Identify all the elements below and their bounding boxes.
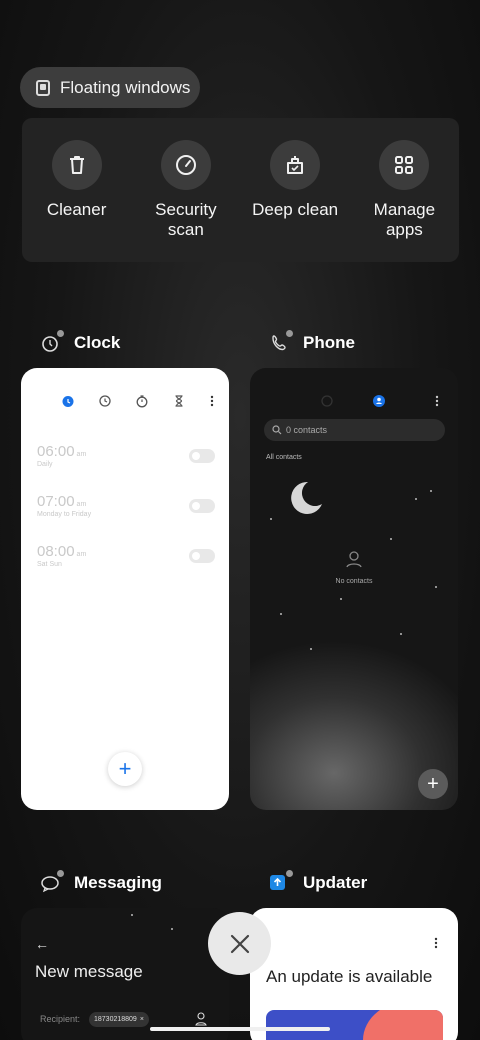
new-message-title: New message xyxy=(35,962,143,981)
alarm-repeat: Monday to Friday xyxy=(37,511,92,518)
updater-app-card[interactable]: An update is available xyxy=(250,908,458,1040)
clock-tabs xyxy=(61,394,215,413)
remove-recipient-icon[interactable]: × xyxy=(140,1016,144,1023)
alarm-toggle[interactable] xyxy=(189,499,215,513)
manage-apps-label: Manage apps xyxy=(373,200,436,239)
updater-app-header[interactable]: Updater xyxy=(269,870,368,894)
close-icon xyxy=(230,934,249,953)
timer-tab-icon[interactable] xyxy=(172,394,186,413)
floating-window-icon xyxy=(36,79,50,96)
update-available-text: An update is available xyxy=(266,967,433,986)
search-icon xyxy=(272,425,282,435)
deep-clean-icon xyxy=(270,140,321,190)
phone-app-title: Phone xyxy=(303,333,355,352)
trash-icon xyxy=(51,140,102,190)
phone-app-header[interactable]: Phone xyxy=(269,330,355,354)
clock-app-icon xyxy=(40,330,64,354)
clock-app-header[interactable]: Clock xyxy=(40,330,121,354)
more-options-icon[interactable] xyxy=(433,936,439,955)
recents-tab-icon[interactable] xyxy=(320,394,334,413)
update-banner xyxy=(266,1010,443,1040)
deep-clean-button[interactable]: Deep clean xyxy=(245,140,345,262)
alarm-row[interactable]: 06:00 am Daily xyxy=(37,443,215,483)
messaging-app-card[interactable]: ← New message Recipient: 18730218809 × xyxy=(21,908,229,1040)
manage-apps-button[interactable]: Manage apps xyxy=(354,140,454,262)
contact-picker-icon[interactable] xyxy=(195,1012,207,1026)
quick-tools-panel: Cleaner Security scan Deep clean Manage … xyxy=(22,118,459,262)
security-gauge-icon xyxy=(160,140,211,190)
recipient-label: Recipient: xyxy=(40,1014,81,1024)
alarm-repeat: Sat Sun xyxy=(37,561,62,568)
clock-app-title: Clock xyxy=(74,333,121,352)
add-alarm-button[interactable]: + xyxy=(108,752,142,786)
person-icon xyxy=(346,551,362,568)
alarm-tab-icon[interactable] xyxy=(61,394,75,413)
phone-app-card[interactable]: 0 contacts All contacts No contacts + xyxy=(250,368,458,810)
world-clock-tab-icon[interactable] xyxy=(98,394,112,413)
phone-app-icon xyxy=(269,330,293,354)
cleaner-label: Cleaner xyxy=(46,200,107,219)
updater-app-title: Updater xyxy=(303,873,368,892)
security-scan-label: Security scan xyxy=(155,200,217,239)
floating-windows-button[interactable]: Floating windows xyxy=(20,67,200,108)
home-indicator[interactable] xyxy=(150,1027,330,1031)
updater-app-icon xyxy=(269,870,293,894)
search-placeholder: 0 contacts xyxy=(286,425,328,435)
recipient-chip[interactable]: 18730218809 × xyxy=(89,1012,149,1027)
alarm-row[interactable]: 08:00 am Sat Sun xyxy=(37,543,215,583)
moon-icon xyxy=(291,481,322,514)
contacts-search-input[interactable]: 0 contacts xyxy=(264,419,445,441)
stopwatch-tab-icon[interactable] xyxy=(135,394,149,413)
messaging-app-title: Messaging xyxy=(74,873,162,892)
recipient-chip-number: 18730218809 xyxy=(94,1016,137,1023)
alarm-row[interactable]: 07:00 am Monday to Friday xyxy=(37,493,215,533)
cleaner-button[interactable]: Cleaner xyxy=(27,140,127,262)
messaging-app-icon xyxy=(40,870,64,894)
contacts-filter[interactable]: All contacts xyxy=(266,454,302,461)
clock-app-card[interactable]: 06:00 am Daily 07:00 am Monday to Friday 0… xyxy=(21,368,229,810)
alarm-toggle[interactable] xyxy=(189,549,215,563)
grid-apps-icon xyxy=(379,140,430,190)
back-arrow-icon[interactable]: ← xyxy=(35,936,49,952)
security-scan-button[interactable]: Security scan xyxy=(136,140,236,262)
more-options-icon[interactable] xyxy=(434,394,440,413)
alarm-toggle[interactable] xyxy=(189,449,215,463)
floating-windows-label: Floating windows xyxy=(60,77,191,97)
deep-clean-label: Deep clean xyxy=(252,200,339,219)
more-options-icon[interactable] xyxy=(209,394,215,413)
no-contacts-text: No contacts xyxy=(335,578,373,585)
alarm-repeat: Daily xyxy=(37,461,53,468)
add-contact-button[interactable]: + xyxy=(418,769,448,799)
close-all-button[interactable] xyxy=(208,912,271,975)
messaging-app-header[interactable]: Messaging xyxy=(40,870,162,894)
contacts-tab-icon[interactable] xyxy=(372,394,386,413)
